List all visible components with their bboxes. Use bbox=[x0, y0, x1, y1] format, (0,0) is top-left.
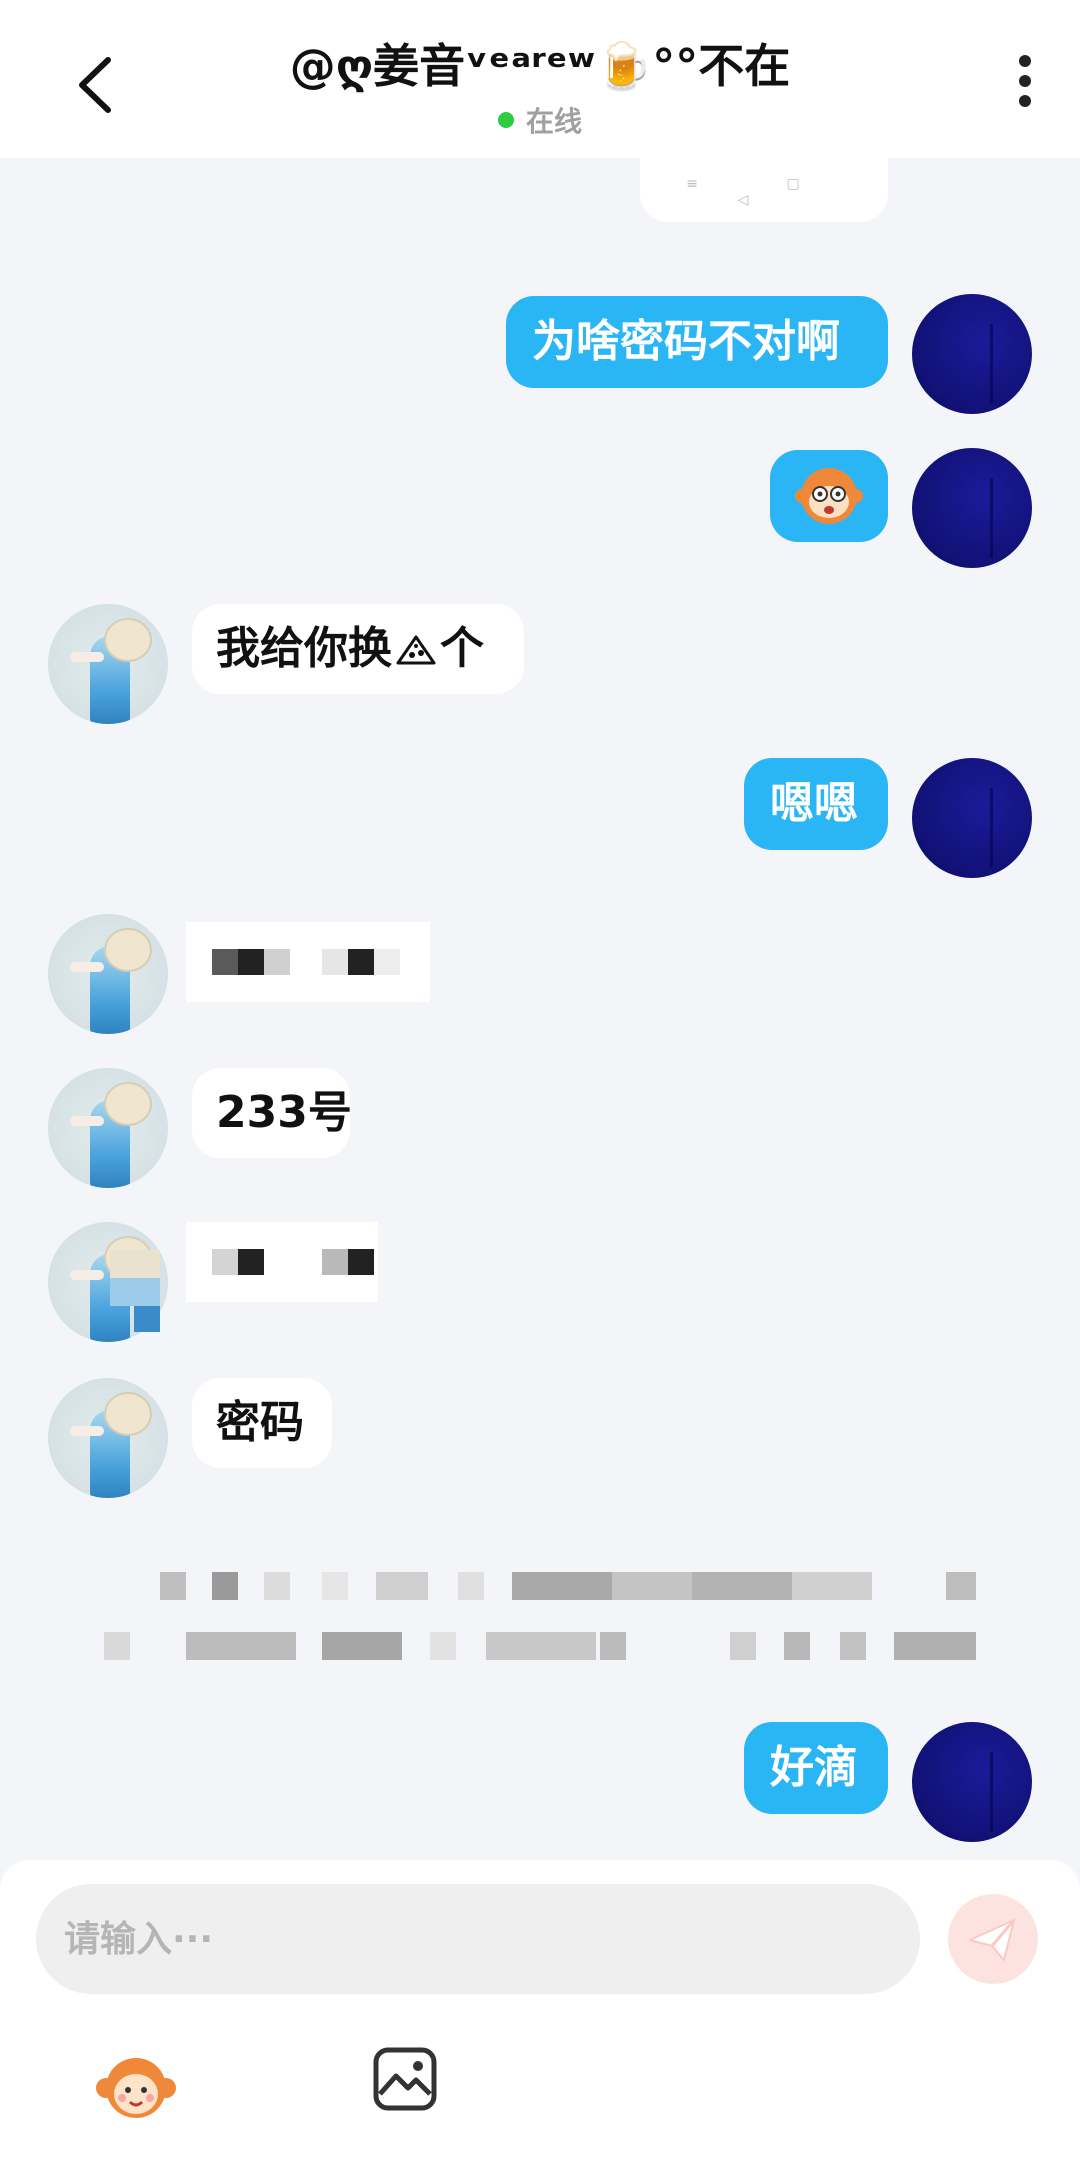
censored-avatar-overlay bbox=[110, 1222, 160, 1332]
image-icon bbox=[373, 2047, 437, 2111]
avatar-self[interactable] bbox=[912, 758, 1032, 878]
avatar-other[interactable] bbox=[48, 1378, 168, 1498]
avatar-other[interactable] bbox=[48, 914, 168, 1034]
censored-message[interactable] bbox=[186, 922, 430, 1002]
more-vertical-icon bbox=[1010, 55, 1040, 107]
message-bubble-self[interactable]: 好滴 bbox=[744, 1722, 888, 1814]
emoji-button[interactable] bbox=[92, 2044, 180, 2124]
message-text-tail: 个 bbox=[440, 623, 484, 674]
chat-header: @ღ姜音ᵛᵉᵃʳᵉʷ🍺°°不在 在线 bbox=[0, 0, 1080, 158]
image-button[interactable] bbox=[372, 2046, 438, 2112]
avatar-other[interactable] bbox=[48, 1068, 168, 1188]
monkey-face-icon bbox=[795, 468, 863, 524]
message-bubble-other[interactable]: 密码 bbox=[192, 1378, 332, 1468]
online-dot bbox=[497, 112, 514, 128]
message-bubble-other[interactable]: 我给你换 个 bbox=[192, 604, 524, 694]
online-status-label: 在线 bbox=[525, 105, 582, 138]
avatar-self[interactable] bbox=[912, 448, 1032, 568]
composer-panel bbox=[0, 1860, 1080, 2172]
message-bubble-self[interactable]: 为啥密码不对啊 bbox=[506, 296, 888, 388]
send-icon bbox=[969, 1919, 1016, 1961]
blurred-system-notice bbox=[100, 1572, 980, 1662]
send-button[interactable] bbox=[948, 1894, 1038, 1984]
avatar-self[interactable] bbox=[912, 1722, 1032, 1842]
emoji-icon bbox=[96, 2058, 176, 2118]
avatar-self[interactable] bbox=[912, 294, 1032, 414]
censored-message[interactable] bbox=[186, 1222, 378, 1302]
message-text: 我给你换 bbox=[216, 623, 392, 674]
message-bubble-self-sticker[interactable] bbox=[770, 450, 888, 542]
avatar-other[interactable] bbox=[48, 604, 168, 724]
online-status: 在线 bbox=[0, 100, 1080, 140]
message-bubble-self[interactable]: 嗯嗯 bbox=[744, 758, 888, 850]
screenshot-nav-marks: ≡ ▢ ◁ bbox=[686, 176, 842, 208]
pizza-emoji-icon bbox=[396, 635, 436, 665]
message-input[interactable] bbox=[36, 1884, 920, 1994]
message-bubble-other[interactable]: 233号 bbox=[192, 1068, 352, 1158]
more-options-button[interactable] bbox=[1010, 55, 1040, 115]
chat-title: @ღ姜音ᵛᵉᵃʳᵉʷ🍺°°不在 bbox=[289, 39, 791, 93]
